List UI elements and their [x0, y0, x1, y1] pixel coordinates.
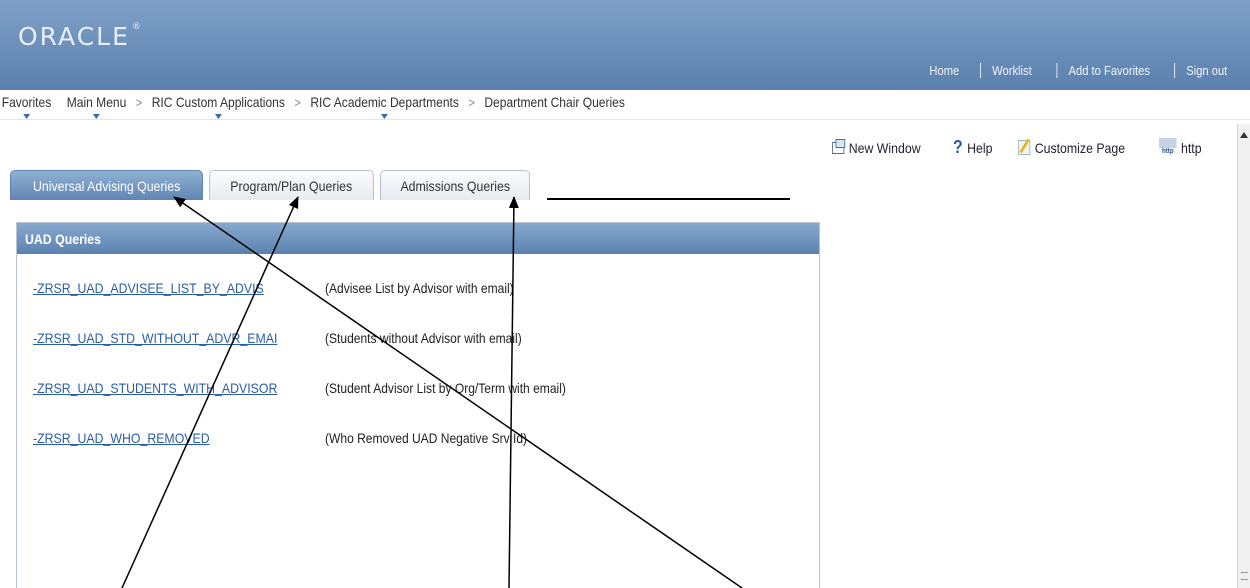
- customize-pencil-icon: [1017, 140, 1030, 155]
- new-window-icon: [832, 138, 846, 154]
- tab-label: Program/Plan Queries: [230, 177, 353, 194]
- scroll-up-icon[interactable]: [1240, 132, 1248, 138]
- customize-label: Customize Page: [1034, 139, 1125, 156]
- new-window-button[interactable]: New Window: [832, 138, 921, 156]
- http-label: http: [1181, 139, 1202, 156]
- http-button[interactable]: http http: [1159, 137, 1202, 158]
- nav-ric-custom-label: RIC Custom Applications: [151, 94, 285, 110]
- sign-out-link[interactable]: Sign out: [1174, 63, 1239, 78]
- dropdown-arrow-icon: [214, 114, 222, 119]
- nav-ric-custom-applications[interactable]: RIC Custom Applications: [150, 94, 287, 119]
- customize-page-button[interactable]: Customize Page: [1017, 139, 1125, 156]
- query-link[interactable]: -ZRSR_UAD_ADVISEE_LIST_BY_ADVIS: [33, 280, 276, 296]
- header-bar: ORACLE ® Home Worklist Add to Favorites S…: [0, 0, 1250, 90]
- tab-admissions-queries[interactable]: Admissions Queries: [379, 170, 531, 200]
- header-links: Home Worklist Add to Favorites Sign out: [914, 63, 1244, 78]
- query-row: -ZRSR_UAD_ADVISEE_LIST_BY_ADVIS (Advisee…: [33, 280, 514, 296]
- nav-ric-academic-departments[interactable]: RIC Academic Departments: [309, 94, 461, 119]
- oracle-logo: ORACLE ®: [18, 22, 143, 51]
- query-row: -ZRSR_UAD_STD_WITHOUT_ADVR_EMAI (Student…: [33, 330, 522, 346]
- nav-dept-chair-label: Department Chair Queries: [484, 94, 625, 110]
- home-link[interactable]: Home: [918, 63, 970, 78]
- query-link[interactable]: -ZRSR_UAD_WHO_REMOVED: [33, 430, 276, 446]
- query-description: (Who Removed UAD Negative Srv Id): [325, 430, 528, 446]
- help-label: Help: [966, 139, 993, 156]
- tab-universal-advising-queries[interactable]: Universal Advising Queries: [10, 170, 204, 200]
- nav-department-chair-queries[interactable]: Department Chair Queries: [483, 94, 627, 110]
- panel-title: UAD Queries: [17, 223, 819, 254]
- query-description: (Student Advisor List by Org/Term with e…: [325, 380, 566, 396]
- dropdown-arrow-icon: [23, 114, 30, 119]
- add-to-favorites-link[interactable]: Add to Favorites: [1056, 63, 1161, 78]
- query-description: (Advisee List by Advisor with email): [325, 280, 514, 296]
- dropdown-arrow-icon: [93, 114, 100, 119]
- query-description: (Students without Advisor with email): [325, 330, 522, 346]
- nav-ric-academic-label: RIC Academic Departments: [310, 94, 459, 110]
- scroll-grip-icon[interactable]: [1241, 572, 1248, 580]
- separator-icon: >: [135, 94, 143, 110]
- nav-main-menu-label: Main Menu: [66, 94, 127, 110]
- vertical-scrollbar[interactable]: [1237, 124, 1250, 588]
- separator-icon: >: [294, 94, 301, 110]
- worklist-link[interactable]: Worklist: [979, 63, 1043, 78]
- dropdown-arrow-icon: [381, 114, 389, 119]
- help-icon: ?: [952, 137, 963, 157]
- query-row: -ZRSR_UAD_STUDENTS_WITH_ADVISOR (Student…: [33, 380, 566, 396]
- http-icon: http: [1159, 137, 1177, 158]
- query-row: -ZRSR_UAD_WHO_REMOVED (Who Removed UAD N…: [33, 430, 527, 446]
- breadcrumb: Favorites Main Menu > RIC Custom Applica…: [0, 90, 1250, 120]
- tab-label: Universal Advising Queries: [33, 177, 181, 194]
- help-button[interactable]: ? Help: [953, 137, 992, 158]
- uad-queries-panel: UAD Queries -ZRSR_UAD_ADVISEE_LIST_BY_AD…: [16, 222, 820, 588]
- nav-favorites[interactable]: Favorites: [0, 94, 53, 119]
- new-window-label: New Window: [848, 139, 921, 156]
- query-link[interactable]: -ZRSR_UAD_STD_WITHOUT_ADVR_EMAI: [33, 330, 277, 346]
- query-link[interactable]: -ZRSR_UAD_STUDENTS_WITH_ADVISOR: [33, 380, 277, 396]
- separator-icon: >: [468, 94, 475, 110]
- nav-favorites-label: Favorites: [1, 94, 52, 110]
- tab-program-plan-queries[interactable]: Program/Plan Queries: [209, 170, 374, 200]
- tab-label: Admissions Queries: [400, 177, 510, 194]
- page-toolbar: New Window ? Help Customize Page http ht…: [832, 137, 1228, 158]
- nav-main-menu[interactable]: Main Menu: [65, 94, 128, 119]
- tab-underline: [547, 198, 790, 200]
- tab-bar: Universal Advising Queries Program/Plan …: [10, 164, 536, 200]
